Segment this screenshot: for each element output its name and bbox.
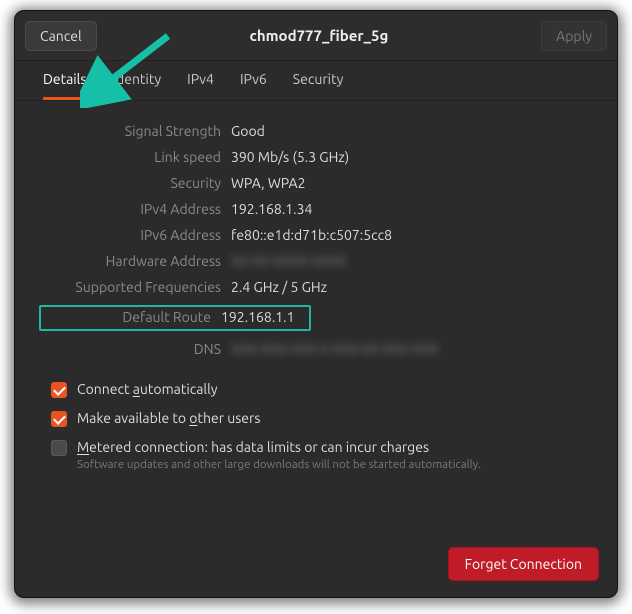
row-signal-strength: Signal Strength Good <box>51 123 581 139</box>
value-signal-strength: Good <box>231 123 581 139</box>
label-ipv4: IPv4 Address <box>51 201 221 217</box>
value-hardware-address: XX XX XXXX XXXX <box>231 253 581 269</box>
tab-ipv6[interactable]: IPv6 <box>240 71 267 100</box>
tab-identity[interactable]: Identity <box>112 71 161 100</box>
value-security: WPA, WPA2 <box>231 175 581 191</box>
label-ipv6: IPv6 Address <box>51 227 221 243</box>
row-hardware-address: Hardware Address XX XX XXXX XXXX <box>51 253 581 269</box>
label-frequencies: Supported Frequencies <box>51 279 221 295</box>
checkbox-icon <box>51 411 67 427</box>
label-default-route: Default Route <box>41 309 211 325</box>
value-dns: XXX XXX XXX X XXX XX XXX XXX <box>231 341 581 357</box>
value-default-route: 192.168.1.1 <box>221 309 303 325</box>
checkbox-label: Make available to other users <box>77 410 260 426</box>
checkbox-make-available[interactable]: Make available to other users <box>51 410 581 427</box>
cancel-button[interactable]: Cancel <box>25 21 97 51</box>
checkbox-label: Metered connection: has data limits or c… <box>77 439 481 455</box>
row-ipv6: IPv6 Address fe80::e1d:d71b:c507:5cc8 <box>51 227 581 243</box>
label-hardware-address: Hardware Address <box>51 253 221 269</box>
row-link-speed: Link speed 390 Mb/s (5.3 GHz) <box>51 149 581 165</box>
checkbox-icon <box>51 440 67 456</box>
row-frequencies: Supported Frequencies 2.4 GHz / 5 GHz <box>51 279 581 295</box>
details-panel: Signal Strength Good Link speed 390 Mb/s… <box>15 101 617 471</box>
window-title: chmod777_fiber_5g <box>249 27 388 44</box>
row-security: Security WPA, WPA2 <box>51 175 581 191</box>
header-bar: Cancel chmod777_fiber_5g Apply <box>15 11 617 61</box>
value-link-speed: 390 Mb/s (5.3 GHz) <box>231 149 581 165</box>
tab-ipv4[interactable]: IPv4 <box>187 71 214 100</box>
value-frequencies: 2.4 GHz / 5 GHz <box>231 279 581 295</box>
value-ipv6: fe80::e1d:d71b:c507:5cc8 <box>231 227 581 243</box>
apply-button[interactable]: Apply <box>541 21 607 51</box>
metered-subtext: Software updates and other large downloa… <box>77 458 481 471</box>
tab-details[interactable]: Details <box>43 71 86 100</box>
checkbox-connect-automatically[interactable]: Connect automatically <box>51 381 581 398</box>
tab-bar: Details Identity IPv4 IPv6 Security <box>15 61 617 101</box>
label-signal-strength: Signal Strength <box>51 123 221 139</box>
network-settings-dialog: Cancel chmod777_fiber_5g Apply Details I… <box>14 10 618 598</box>
label-security: Security <box>51 175 221 191</box>
row-dns: DNS XXX XXX XXX X XXX XX XXX XXX <box>51 341 581 357</box>
checkbox-icon <box>51 382 67 398</box>
checkbox-metered-connection[interactable]: Metered connection: has data limits or c… <box>51 439 581 471</box>
forget-connection-button[interactable]: Forget Connection <box>448 547 599 581</box>
tab-security[interactable]: Security <box>293 71 344 100</box>
label-link-speed: Link speed <box>51 149 221 165</box>
label-dns: DNS <box>51 341 221 357</box>
highlight-default-route: Default Route 192.168.1.1 <box>39 305 311 331</box>
checkbox-label: Connect automatically <box>77 381 217 397</box>
value-ipv4: 192.168.1.34 <box>231 201 581 217</box>
row-ipv4: IPv4 Address 192.168.1.34 <box>51 201 581 217</box>
